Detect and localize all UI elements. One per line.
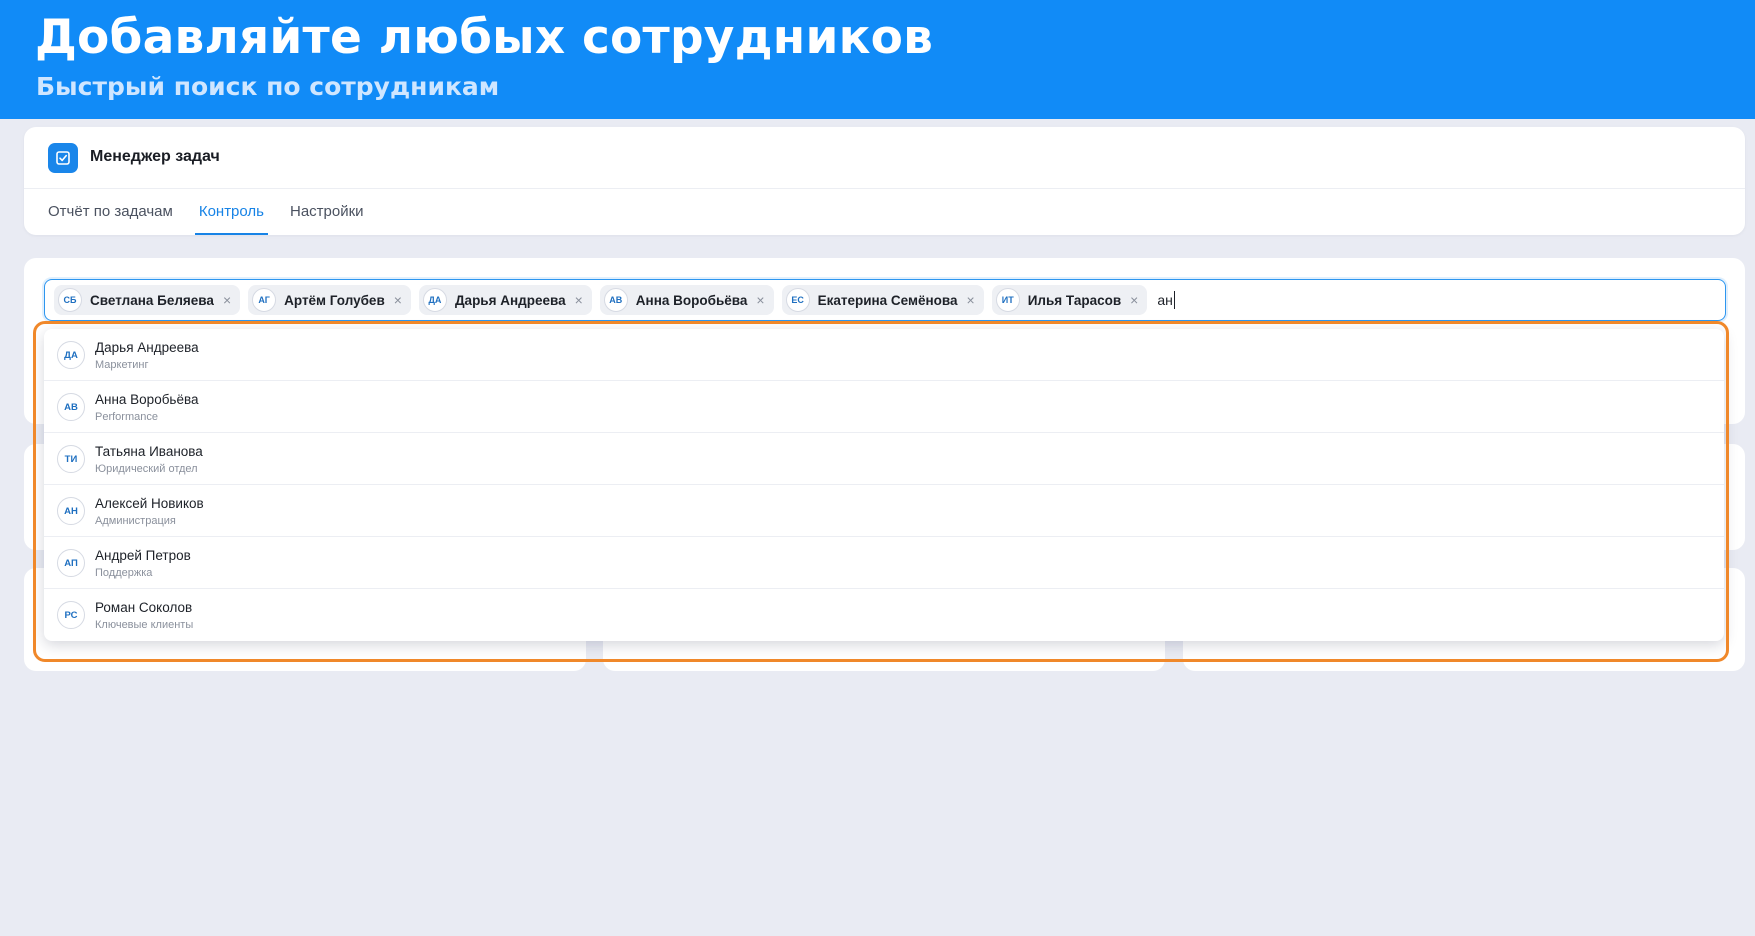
close-icon[interactable]: × xyxy=(394,292,402,308)
header-banner: Добавляйте любых сотрудников Быстрый пои… xyxy=(0,0,1755,119)
suggestion-name: Татьяна Иванова xyxy=(95,444,203,459)
text-caret xyxy=(1173,291,1175,309)
avatar: ТИ xyxy=(57,445,85,473)
selected-employee-chip: ИТ Илья Тарасов × xyxy=(991,285,1148,315)
suggestion-department: Администрация xyxy=(95,515,176,527)
close-icon[interactable]: × xyxy=(756,292,764,308)
suggestion-name: Андрей Петров xyxy=(95,548,191,563)
checkbox-edit-icon xyxy=(48,143,78,173)
suggestion-name: Анна Воробьёва xyxy=(95,392,199,407)
suggestion-name: Алексей Новиков xyxy=(95,496,204,511)
chip-name: Илья Тарасов xyxy=(1027,292,1122,308)
selected-employee-chip: АВ Анна Воробьёва × xyxy=(599,285,774,315)
close-icon[interactable]: × xyxy=(223,292,231,308)
avatar: ИТ xyxy=(995,288,1020,312)
banner-subtitle: Быстрый поиск по сотрудникам xyxy=(36,72,500,101)
avatar: ДА xyxy=(57,341,85,369)
tab-label: Настройки xyxy=(289,203,364,220)
tab-settings[interactable]: Настройки xyxy=(286,189,368,235)
suggestion-name: Дарья Андреева xyxy=(95,340,199,355)
suggestion-item[interactable]: ДА Дарья Андреева Маркетинг xyxy=(44,329,1724,381)
suggestion-department: Ключевые клиенты xyxy=(95,619,194,631)
tab-control[interactable]: Контроль xyxy=(194,189,269,235)
banner-title: Добавляйте любых сотрудников xyxy=(35,10,934,65)
avatar: РС xyxy=(57,601,85,629)
employee-search-input[interactable]: СБ Светлана Беляева × АГ Артём Голубев ×… xyxy=(44,279,1726,321)
avatar: АГ xyxy=(252,288,277,312)
selected-employee-chip: АГ Артём Голубев × xyxy=(248,285,411,315)
suggestion-item[interactable]: АП Андрей Петров Поддержка xyxy=(44,537,1724,589)
chip-name: Дарья Андреева xyxy=(454,292,566,308)
avatar: ДА xyxy=(422,288,447,312)
app-title: Менеджер задач xyxy=(90,148,220,165)
selected-employee-chip: СБ Светлана Беляева × xyxy=(54,285,241,315)
chip-name: Светлана Беляева xyxy=(90,292,214,308)
suggestion-department: Маркетинг xyxy=(95,359,149,371)
suggestion-item[interactable]: РС Роман Соколов Ключевые клиенты xyxy=(44,589,1724,641)
suggestion-department: Performance xyxy=(95,411,158,423)
chip-name: Артём Голубев xyxy=(284,292,385,308)
tab-task-report[interactable]: Отчёт по задачам xyxy=(44,189,177,235)
tab-bar: Отчёт по задачам Контроль Настройки xyxy=(44,189,386,235)
avatar: АП xyxy=(57,549,85,577)
app-header: Менеджер задач xyxy=(24,127,1745,189)
suggestion-department: Поддержка xyxy=(95,567,153,579)
chip-name: Анна Воробьёва xyxy=(635,292,748,308)
app-header-card: Менеджер задач Отчёт по задачам Контроль… xyxy=(24,127,1745,235)
chip-name: Екатерина Семёнова xyxy=(817,292,958,308)
search-query[interactable]: ан xyxy=(1157,291,1175,309)
avatar: ЕС xyxy=(785,288,810,312)
suggestion-department: Юридический отдел xyxy=(95,463,198,475)
suggestion-item[interactable]: ТИ Татьяна Иванова Юридический отдел xyxy=(44,433,1724,485)
close-icon[interactable]: × xyxy=(575,292,583,308)
avatar: АН xyxy=(57,497,85,525)
avatar: СБ xyxy=(58,288,82,312)
suggestion-item[interactable]: АВ Анна Воробьёва Performance xyxy=(44,381,1724,433)
tab-label: Отчёт по задачам xyxy=(48,203,173,220)
selected-employee-chip: ДА Дарья Андреева × xyxy=(418,285,592,315)
avatar: АВ xyxy=(57,393,85,421)
selected-employee-chip: ЕС Екатерина Семёнова × xyxy=(781,285,984,315)
close-icon[interactable]: × xyxy=(967,292,975,308)
suggestion-name: Роман Соколов xyxy=(95,600,193,615)
tab-label: Контроль xyxy=(198,203,264,220)
avatar: АВ xyxy=(603,288,628,312)
suggestions-dropdown: ДА Дарья Андреева Маркетинг АВ Анна Воро… xyxy=(44,329,1724,641)
search-query-text: ан xyxy=(1157,292,1173,308)
suggestion-item[interactable]: АН Алексей Новиков Администрация xyxy=(44,485,1724,537)
close-icon[interactable]: × xyxy=(1130,292,1138,308)
